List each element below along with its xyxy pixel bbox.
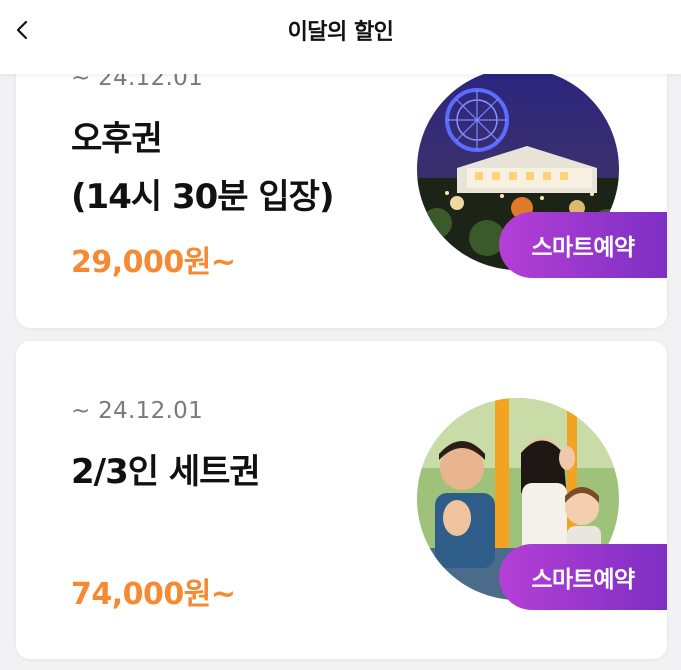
ticket-price: 29,000원~ (71, 245, 236, 280)
ticket-title: 오후권 (14시 30분 입장) (71, 119, 335, 217)
expiry-date: ~ 24.12.01 (71, 398, 204, 424)
page-title: 이달의 할인 (287, 20, 394, 45)
ticket-title: 2/3인 세트권 (71, 452, 261, 492)
ticket-price: 74,000원~ (71, 577, 236, 612)
discount-card-set[interactable]: ~ 24.12.01 2/3인 세트권 74,000원~ 스마트예약 (16, 341, 667, 659)
top-app-bar: 이달의 할인 (0, 0, 681, 74)
smart-reservation-button[interactable]: 스마트예약 (499, 544, 667, 610)
smart-reservation-button[interactable]: 스마트예약 (499, 212, 667, 278)
